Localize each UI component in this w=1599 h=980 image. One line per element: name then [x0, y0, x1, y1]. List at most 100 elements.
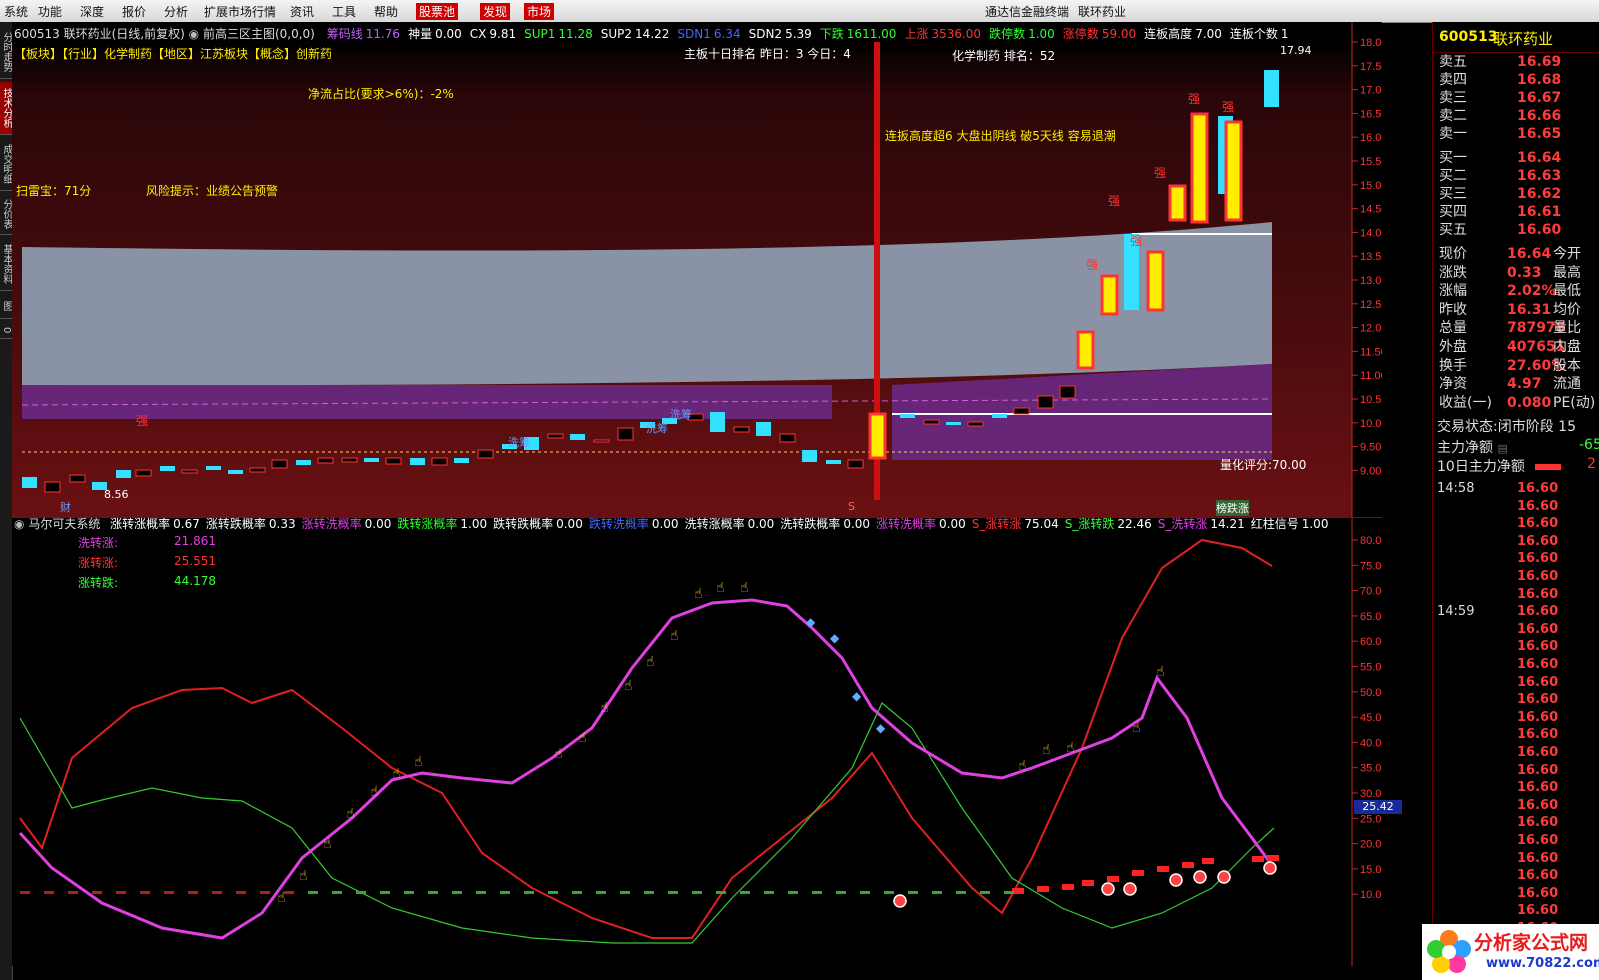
bid-row[interactable]: 买四 16.61	[1437, 204, 1597, 221]
bid-label: 买二	[1439, 168, 1467, 184]
legend-value: 44.178	[174, 574, 216, 588]
main-header-value: 1.00	[1028, 27, 1055, 41]
main-header-item: 神量	[408, 27, 433, 41]
ask-row[interactable]: 卖一 16.65	[1437, 126, 1597, 143]
ask-row[interactable]: 卖四 16.68	[1437, 72, 1597, 89]
quote-name: 联环药业	[1493, 30, 1554, 48]
candle	[756, 422, 771, 436]
tab-trade-detail[interactable]: 成交明细	[0, 138, 12, 191]
tick-price: 16.60	[1517, 745, 1559, 760]
tab-fundamentals[interactable]: 基本资料	[0, 238, 12, 291]
sub-indicator-name[interactable]: 马尔可夫系统	[28, 517, 100, 531]
ask-price: 16.67	[1517, 90, 1562, 106]
menu-depth[interactable]: 深度	[80, 3, 104, 20]
ask-row[interactable]: 卖五 16.69	[1437, 54, 1597, 71]
indicator-dot-icon[interactable]: ◉	[14, 517, 24, 531]
bid-label: 买五	[1439, 222, 1467, 238]
menu-news[interactable]: 资讯	[290, 3, 314, 20]
hand-signal-icon: ☝	[392, 766, 401, 782]
red-signal-bar	[1157, 866, 1169, 872]
tick-price: 16.60	[1517, 797, 1559, 813]
bid-row[interactable]: 买三 16.62	[1437, 186, 1597, 203]
tab-zero[interactable]: 0	[0, 322, 12, 339]
hand-signal-icon: ☝	[1018, 758, 1027, 774]
stat-label-2: PE(动)	[1553, 394, 1596, 411]
stat-value: 4.97	[1507, 376, 1542, 393]
bid-row[interactable]: 买一 16.64	[1437, 150, 1597, 167]
ask-row[interactable]: 卖二 16.66	[1437, 108, 1597, 125]
main-kline-chart[interactable]: 18.0017.5017.0016.5016.0015.5015.0014.50…	[12, 22, 1382, 517]
candle	[1264, 70, 1279, 107]
menu-help[interactable]: 帮助	[374, 3, 398, 20]
baseline-signal-bar	[788, 891, 798, 894]
red-signal-bar	[1037, 886, 1049, 892]
low-price-label: 8.56	[104, 488, 129, 501]
candle	[617, 427, 634, 441]
bid-row[interactable]: 买二 16.63	[1437, 168, 1597, 185]
ask-label: 卖三	[1439, 90, 1467, 106]
menu-system[interactable]: 系统	[4, 3, 28, 20]
candle	[116, 470, 131, 478]
indicator-dot-icon[interactable]: ◉	[189, 27, 199, 41]
menu-stock-pool[interactable]: 股票池	[416, 3, 459, 20]
trade-state: 交易状态:闭市阶段 15	[1437, 416, 1597, 436]
axis-label: 11.00	[1360, 370, 1382, 382]
axis-label: 11.50	[1360, 346, 1382, 358]
stat-label: 总量	[1439, 320, 1467, 337]
tick-row: 16.60	[1437, 656, 1597, 673]
hand-signal-icon: ☝	[578, 730, 587, 746]
bid-price: 16.63	[1517, 168, 1562, 184]
legend-row: 洗转涨: 21.861	[78, 534, 238, 554]
candle	[779, 433, 796, 443]
sub-header-item: S_涨转跌	[1064, 517, 1115, 531]
candle	[477, 449, 494, 459]
candle	[1190, 112, 1209, 224]
menu-tools[interactable]: 工具	[332, 3, 356, 20]
sub-value-axis: 80.00 75.00 70.00 65.00 60.00 55.00 50.00 45.00…	[1351, 518, 1382, 966]
axis-label: 9.00	[1360, 465, 1381, 477]
menu-extended-market[interactable]: 扩展市场行情	[204, 3, 276, 20]
ask-row[interactable]: 卖三 16.67	[1437, 90, 1597, 107]
tab-intraday[interactable]: 分时走势	[0, 26, 12, 79]
hand-signal-icon: ☝	[554, 746, 563, 762]
stat-label-2: 内盘	[1553, 339, 1581, 355]
high-price-label: 17.94	[1280, 44, 1312, 57]
menu-market[interactable]: 市场	[524, 3, 555, 20]
candle	[206, 466, 221, 470]
bid-row[interactable]: 买五 16.60	[1437, 222, 1597, 239]
baseline-signal-bar	[644, 891, 654, 894]
tab-price-table[interactable]: 分价表	[0, 194, 12, 235]
bid-price: 16.60	[1517, 222, 1562, 238]
tick-row: 16.60	[1437, 902, 1597, 919]
sector-line: 【板块】【行业】化学制药【地区】江苏板块【概念】创新药	[14, 47, 333, 61]
trade-state-num: 15	[1558, 419, 1576, 435]
ask-label: 卖五	[1439, 54, 1467, 70]
baseline-signal-bar	[740, 891, 750, 894]
menu-quote[interactable]: 报价	[122, 3, 146, 20]
menu-analysis[interactable]: 分析	[164, 3, 188, 20]
ask-label: 卖二	[1439, 108, 1467, 124]
menu-discover[interactable]: 发现	[480, 3, 511, 20]
tick-price: 16.60	[1517, 903, 1559, 919]
main-flow-icon[interactable]: ▤	[1497, 442, 1507, 455]
indicator-name[interactable]: 前高三区主图(0,0,0)	[203, 27, 315, 41]
candle	[249, 467, 266, 473]
baseline-signal-bar	[932, 891, 942, 894]
sub-axis-label: 45.00	[1360, 712, 1382, 724]
axis-label: 14.00	[1360, 227, 1382, 239]
stat-label: 换手	[1439, 357, 1467, 374]
tab-chart[interactable]: 图	[0, 294, 12, 319]
tick-row: 16.60	[1437, 515, 1597, 532]
candle	[22, 477, 37, 488]
stat-row: 涨幅 2.02% 最低	[1437, 283, 1597, 300]
markov-indicator-chart[interactable]: 80.00 75.00 70.00 65.00 60.00 55.00 50.00 45.00…	[12, 517, 1402, 966]
sub-axis-label: 25.00	[1360, 813, 1382, 825]
candle	[181, 469, 198, 474]
sub-axis-label: 20.00	[1360, 839, 1382, 851]
candle	[1224, 120, 1243, 222]
tab-technical[interactable]: 技术分析	[0, 82, 12, 135]
menu-function[interactable]: 功能	[38, 3, 62, 20]
bid-label: 买三	[1439, 186, 1467, 202]
sub-header-value: 0.00	[364, 517, 392, 531]
candle	[802, 450, 817, 462]
